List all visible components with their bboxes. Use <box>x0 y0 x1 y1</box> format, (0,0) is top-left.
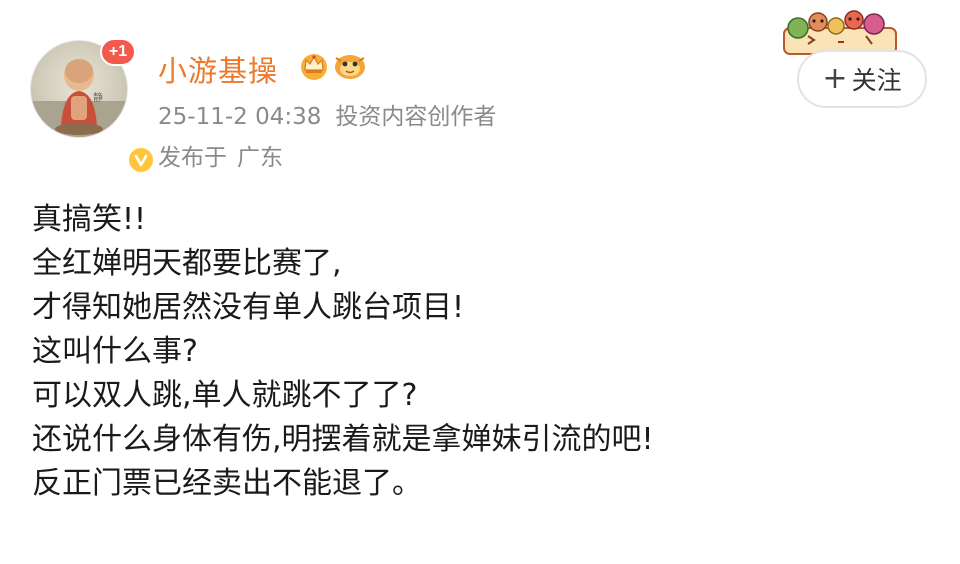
post-location: 发布于 广东 <box>158 138 283 172</box>
follow-button[interactable]: + 关注 <box>797 50 927 108</box>
follow-label: 关注 <box>851 66 902 95</box>
post-line: 才得知她居然没有单人跳台项目! <box>32 290 465 325</box>
svg-text:静: 静 <box>93 91 103 104</box>
notification-badge: +1 <box>100 38 136 66</box>
post-line: 这叫什么事? <box>32 334 198 369</box>
post-line: 反正门票已经卖出不能退了。 <box>32 466 422 501</box>
post-line: 还说什么身体有伤,明摆着就是拿婵妹引流的吧! <box>32 422 654 457</box>
mascot-icon <box>335 55 365 79</box>
location-value: 广东 <box>237 145 283 171</box>
plus-icon: + <box>822 61 848 96</box>
crown-icon <box>301 54 327 80</box>
location-prefix: 发布于 <box>158 145 227 171</box>
post-line: 全红婵明天都要比赛了, <box>32 246 342 281</box>
post-line: 可以双人跳,单人就跳不了了? <box>32 378 418 413</box>
author-avatar[interactable]: 静 +1 <box>30 38 156 175</box>
post-timestamp: 25-11-2 04:38 <box>158 104 322 130</box>
author-name[interactable]: 小游基操 <box>158 48 278 90</box>
post-meta: 25-11-2 04:38 投资内容创作者 <box>158 97 496 131</box>
post-line: 真搞笑!! <box>32 202 147 237</box>
author-role: 投资内容创作者 <box>335 104 497 130</box>
post-content: 真搞笑!! 全红婵明天都要比赛了, 才得知她居然没有单人跳台项目! 这叫什么事?… <box>32 198 932 506</box>
verified-v-icon <box>126 145 156 175</box>
